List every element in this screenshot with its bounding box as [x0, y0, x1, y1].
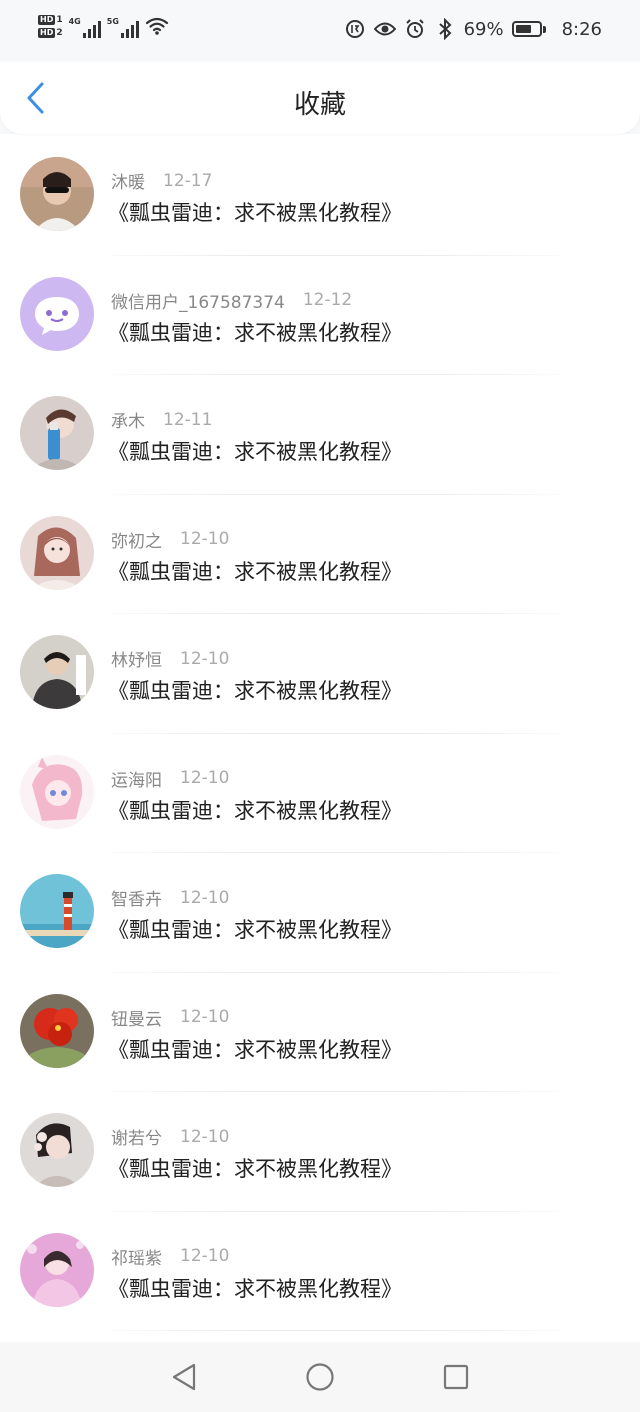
header: 收藏: [0, 62, 640, 134]
system-navbar: [0, 1342, 640, 1412]
date: 12-10: [180, 648, 230, 669]
bluetooth-icon: [434, 18, 456, 40]
nav-back-button[interactable]: [164, 1357, 204, 1397]
list-item[interactable]: 微信用户_167587374 12-12 《瓢虫雷迪：求不被黑化教程》: [0, 256, 640, 375]
status-right: 69% 8:26: [344, 18, 602, 40]
avatar: [20, 157, 94, 231]
list-item[interactable]: 祁瑶紫 12-10 《瓢虫雷迪：求不被黑化教程》: [0, 1212, 640, 1331]
date: 12-17: [163, 170, 213, 191]
date: 12-12: [302, 290, 353, 310]
avatar: [20, 396, 94, 470]
avatar: [20, 515, 94, 590]
list-item[interactable]: 沐暖 12-17 《瓢虫雷迪：求不被黑化教程》: [0, 136, 640, 256]
avatar: [20, 635, 94, 709]
list-item[interactable]: 弥初之 12-10 《瓢虫雷迪：求不被黑化教程》: [0, 495, 640, 614]
book-title[interactable]: 《瓢虫雷迪：求不被黑化教程》: [108, 556, 402, 586]
book-title[interactable]: 《瓢虫雷迪：求不被黑化教程》: [108, 436, 402, 466]
recents-square-icon: [443, 1364, 469, 1390]
avatar: [20, 1113, 94, 1187]
wifi-icon: [145, 17, 168, 35]
date: 12-10: [180, 768, 230, 788]
avatar: [20, 993, 94, 1068]
clock: 8:26: [561, 18, 602, 40]
nav-recents-button[interactable]: [436, 1357, 476, 1397]
user-name: 钮曼云: [111, 1009, 162, 1030]
avatar: [20, 276, 94, 351]
sim-indicators: HD 1 HD 2: [38, 14, 63, 38]
user-name: 祁瑶紫: [111, 1248, 162, 1269]
avatar: [20, 1232, 94, 1307]
status-left: HD 1 HD 2 4G 5G: [38, 14, 169, 38]
user-name: 承木: [111, 412, 145, 432]
book-title[interactable]: 《瓢虫雷迪：求不被黑化教程》: [108, 1034, 402, 1064]
sim2-indicator: HD 2: [38, 27, 63, 38]
book-title[interactable]: 《瓢虫雷迪：求不被黑化教程》: [108, 197, 402, 227]
date: 12-10: [180, 1007, 230, 1027]
sim1-indicator: HD 1: [38, 14, 63, 25]
alarm-icon: [404, 18, 426, 40]
book-title[interactable]: 《瓢虫雷迪：求不被黑化教程》: [108, 317, 402, 347]
list-item[interactable]: 承木 12-11 《瓢虫雷迪：求不被黑化教程》: [0, 375, 640, 495]
user-name: 智香卉: [111, 890, 162, 910]
list-item[interactable]: 林妤恒 12-10 《瓢虫雷迪：求不被黑化教程》: [0, 614, 640, 734]
date: 12-10: [180, 1246, 230, 1266]
status-bar: HD 1 HD 2 4G 5G 69% 8:26: [0, 0, 640, 62]
book-title[interactable]: 《瓢虫雷迪：求不被黑化教程》: [108, 1153, 402, 1183]
battery-icon: [511, 21, 546, 37]
book-title[interactable]: 《瓢虫雷迪：求不被黑化教程》: [108, 1273, 402, 1303]
book-title[interactable]: 《瓢虫雷迪：求不被黑化教程》: [108, 914, 402, 944]
user-name: 林妤恒: [111, 651, 162, 671]
user-name: 弥初之: [111, 531, 162, 552]
date: 12-10: [180, 529, 230, 549]
list-item[interactable]: 智香卉 12-10 《瓢虫雷迪：求不被黑化教程》: [0, 853, 640, 973]
list-item[interactable]: 谢若兮 12-10 《瓢虫雷迪：求不被黑化教程》: [0, 1092, 640, 1212]
list-item[interactable]: 钮曼云 12-10 《瓢虫雷迪：求不被黑化教程》: [0, 973, 640, 1092]
battery-percent: 69%: [463, 18, 504, 40]
avatar: [20, 874, 94, 948]
book-title[interactable]: 《瓢虫雷迪：求不被黑化教程》: [108, 675, 402, 705]
user-name: 微信用户_167587374: [111, 292, 285, 313]
date: 12-11: [163, 409, 213, 430]
user-name: 谢若兮: [111, 1129, 162, 1149]
list-item[interactable]: 运海阳 12-10 《瓢虫雷迪：求不被黑化教程》: [0, 734, 640, 853]
signal-icon: 4G: [69, 14, 101, 38]
data-saver-icon: [344, 18, 366, 40]
back-triangle-icon: [172, 1363, 196, 1391]
user-name: 运海阳: [111, 770, 162, 791]
eye-icon: [373, 18, 396, 40]
user-name: 沐暖: [111, 173, 145, 193]
nav-home-button[interactable]: [300, 1357, 340, 1397]
avatar: [20, 754, 94, 829]
signal-icon: 5G: [107, 14, 139, 38]
header-card: 收藏: [0, 62, 640, 134]
page-title: 收藏: [293, 90, 346, 120]
date: 12-10: [180, 887, 230, 908]
divider: [110, 1330, 560, 1331]
date: 12-10: [180, 1126, 230, 1147]
book-title[interactable]: 《瓢虫雷迪：求不被黑化教程》: [108, 795, 402, 825]
home-circle-icon: [306, 1363, 334, 1391]
favorites-list: 沐暖 12-17 《瓢虫雷迪：求不被黑化教程》 微信用户_167587374 12-…: [0, 136, 640, 1331]
